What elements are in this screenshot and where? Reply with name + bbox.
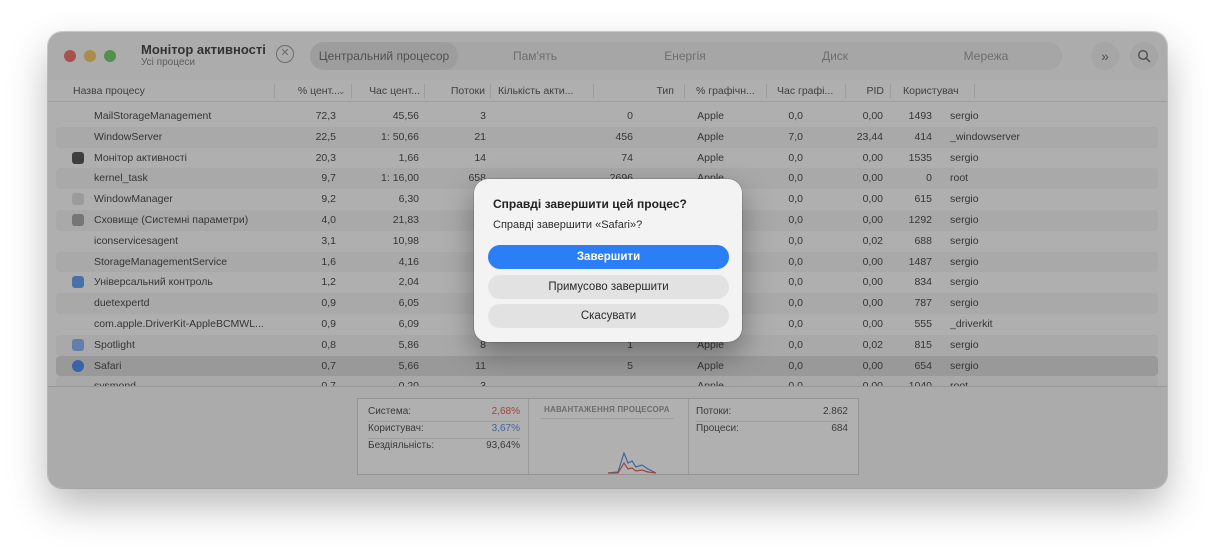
dialog-message: Справді завершити «Safari»? xyxy=(493,219,643,231)
quit-button[interactable]: Завершити xyxy=(488,245,729,269)
cancel-button[interactable]: Скасувати xyxy=(488,304,729,328)
force-quit-button[interactable]: Примусово завершити xyxy=(488,275,729,299)
quit-process-dialog: Справді завершити цей процес? Справді за… xyxy=(474,179,742,342)
dialog-title: Справді завершити цей процес? xyxy=(493,197,687,211)
